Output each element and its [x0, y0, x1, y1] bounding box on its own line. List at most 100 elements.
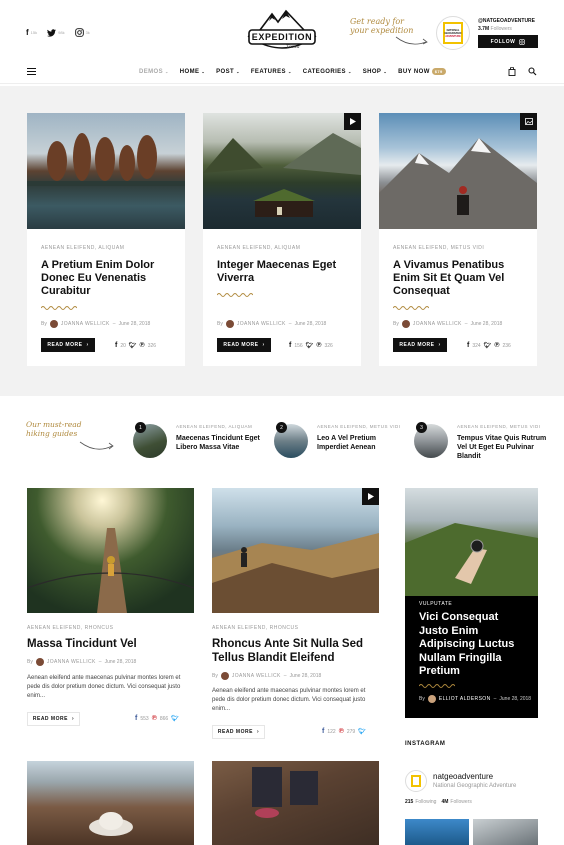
post-title[interactable]: A Vivamus Penatibus Enim Sit Et Quam Vel…	[393, 259, 527, 298]
post-image[interactable]	[26, 488, 195, 613]
facebook-icon[interactable]: f	[115, 342, 117, 349]
chevron-down-icon: ⌄	[347, 69, 352, 74]
promo-title[interactable]: Vici Consequat Justo Enim Adipiscing Luc…	[419, 611, 529, 679]
post-title[interactable]: Massa Tincidunt Vel	[27, 637, 194, 651]
natgeo-logo-icon	[411, 775, 421, 787]
post-title[interactable]: Rhoncus Ante Sit Nulla Sed Tellus Blandi…	[212, 637, 382, 665]
pinterest-icon[interactable]: ℗	[494, 342, 499, 349]
twitter-icon[interactable]: 🐦︎	[306, 342, 314, 349]
post-author[interactable]: JOANNA WELLICK	[232, 673, 281, 679]
post-categories[interactable]: AENEAN ELEIFEND, RHONCUS	[212, 625, 298, 631]
pinterest-icon[interactable]: ℗	[339, 728, 344, 735]
avatar[interactable]	[49, 320, 58, 328]
must-read-item[interactable]: 2 AENEAN ELEIFEND, METUS VIDI Leo A Vel …	[274, 422, 409, 462]
social-instagram[interactable]: 3k	[74, 28, 90, 37]
post-date: June 28, 2018	[104, 659, 137, 665]
featured-image[interactable]	[27, 113, 185, 229]
pinterest-icon[interactable]: ℗	[140, 342, 145, 349]
hamburger-menu-icon[interactable]	[27, 68, 36, 75]
facebook-icon[interactable]: f	[322, 728, 324, 735]
post-image[interactable]	[27, 761, 194, 845]
pinterest-share-count: 326	[324, 342, 333, 349]
read-more-button[interactable]: READ MORE ›	[27, 712, 80, 726]
nav-item-categories[interactable]: CATEGORIES ⌄	[303, 68, 352, 75]
avatar[interactable]	[220, 672, 229, 680]
post-title[interactable]: A Pretium Enim Dolor Donec Eu Venenatis …	[41, 259, 175, 298]
facebook-icon[interactable]: f	[135, 715, 137, 722]
post-author[interactable]: JOANNA WELLICK	[413, 321, 462, 327]
rank-number: 2	[276, 422, 287, 433]
cart-icon[interactable]	[508, 67, 516, 76]
featured-image[interactable]	[203, 113, 361, 229]
featured-card: AENEAN ELEIFEND, METUS VIDI A Vivamus Pe…	[379, 113, 537, 366]
pinterest-share-count: 279	[346, 728, 356, 735]
promo-image	[405, 488, 538, 596]
price-badge: $79	[431, 68, 446, 75]
post-image[interactable]	[212, 761, 379, 845]
nav-item-features[interactable]: FEATURES ⌄	[251, 68, 292, 75]
nav-item-post[interactable]: POST ⌄	[216, 68, 240, 75]
item-title[interactable]: Leo A Vel Pretium Imperdiet Aenean	[317, 434, 407, 452]
site-logo[interactable]: EXPEDITION Tema	[246, 8, 318, 56]
read-more-button[interactable]: READ MORE ›	[393, 338, 447, 352]
social-twitter[interactable]: 98k	[47, 28, 65, 37]
post-categories[interactable]: AENEAN ELEIFEND, RHONCUS	[27, 625, 113, 631]
avatar[interactable]	[427, 695, 436, 703]
follow-button[interactable]: FOLLOW	[478, 35, 538, 48]
sidebar-promo[interactable]: VULPUTATE Vici Consequat Justo Enim Adip…	[405, 488, 538, 718]
search-icon[interactable]	[528, 67, 537, 76]
twitter-icon[interactable]: 🐦︎	[171, 715, 179, 722]
read-more-button[interactable]: READ MORE ›	[41, 338, 95, 352]
instagram-widget-profile[interactable]: natgeoadventure National Geographic Adve…	[405, 770, 538, 794]
featured-image[interactable]	[379, 113, 537, 229]
read-more-button[interactable]: READ MORE ›	[217, 338, 271, 352]
pinterest-icon[interactable]: ℗	[152, 715, 157, 722]
ig-photo-thumb[interactable]	[405, 819, 469, 845]
post-author[interactable]: JOANNA WELLICK	[61, 321, 110, 327]
item-title[interactable]: Maecenas Tincidunt Eget Libero Massa Vit…	[176, 434, 266, 452]
nav-item-home[interactable]: HOME ⌄	[180, 68, 205, 75]
post-author[interactable]: JOANNA WELLICK	[237, 321, 286, 327]
promo-author[interactable]: ELLIOT ALDERSON	[439, 696, 491, 702]
facebook-icon[interactable]: f	[467, 342, 469, 349]
item-title[interactable]: Tempus Vitae Quis Rutrum Vel Ut Eget Eu …	[457, 434, 557, 461]
post-image[interactable]	[212, 488, 379, 613]
lake-cabin-illustration	[203, 133, 361, 217]
gallery-format-badge[interactable]	[520, 113, 537, 130]
post-author[interactable]: JOANNA WELLICK	[47, 659, 96, 665]
read-more-button[interactable]: READ MORE ›	[212, 725, 265, 739]
post-meta: By JOANNA WELLICK – June 28, 2018	[41, 320, 151, 328]
post-title[interactable]: Integer Maecenas Eget Viverra	[217, 259, 351, 285]
post-categories[interactable]: AENEAN ELEIFEND, METUS VIDI	[393, 245, 484, 251]
ig-widget-name[interactable]: natgeoadventure	[433, 772, 493, 781]
video-format-badge[interactable]	[362, 488, 379, 505]
site-header: f 15k 98k 3k EXPEDITION Tema Get ready f…	[0, 0, 564, 58]
nav-item-demos[interactable]: DEMOS ⌄	[139, 68, 169, 75]
twitter-icon	[47, 28, 57, 37]
post-categories[interactable]: AENEAN ELEIFEND, ALIQUAM	[41, 245, 124, 251]
ig-followers: 3.7M Followers	[478, 26, 512, 32]
avatar[interactable]	[35, 658, 44, 666]
nav-item-buy-now[interactable]: BUY NOW $79	[398, 68, 446, 75]
twitter-icon[interactable]: 🐦︎	[358, 728, 366, 735]
must-read-item[interactable]: 3 AENEAN ELEIFEND, METUS VIDI Tempus Vit…	[414, 422, 559, 470]
natgeo-badge[interactable]: NATIONAL GEOGRAPHIC ADVENTURE	[436, 16, 470, 50]
avatar[interactable]	[401, 320, 410, 328]
item-categories: AENEAN ELEIFEND, METUS VIDI	[457, 424, 541, 429]
ig-handle: @NATGEOADVENTURE	[478, 18, 536, 24]
post-categories[interactable]: AENEAN ELEIFEND, ALIQUAM	[217, 245, 300, 251]
post-date: June 28, 2018	[470, 321, 503, 327]
avatar[interactable]	[225, 320, 234, 328]
promo-date: June 28, 2018	[499, 696, 532, 702]
post-date: June 28, 2018	[118, 321, 151, 327]
nav-item-shop[interactable]: SHOP ⌄	[363, 68, 387, 75]
pinterest-icon[interactable]: ℗	[316, 342, 321, 349]
play-icon	[349, 118, 356, 125]
video-format-badge[interactable]	[344, 113, 361, 130]
ig-photo-thumb[interactable]	[473, 819, 538, 845]
twitter-icon[interactable]: 🐦︎	[129, 342, 137, 349]
twitter-icon[interactable]: 🐦︎	[484, 342, 492, 349]
social-facebook[interactable]: f 15k	[26, 28, 37, 37]
must-read-item[interactable]: 1 AENEAN ELEIFEND, ALIQUAM Maecenas Tinc…	[133, 422, 268, 462]
facebook-icon[interactable]: f	[289, 342, 291, 349]
